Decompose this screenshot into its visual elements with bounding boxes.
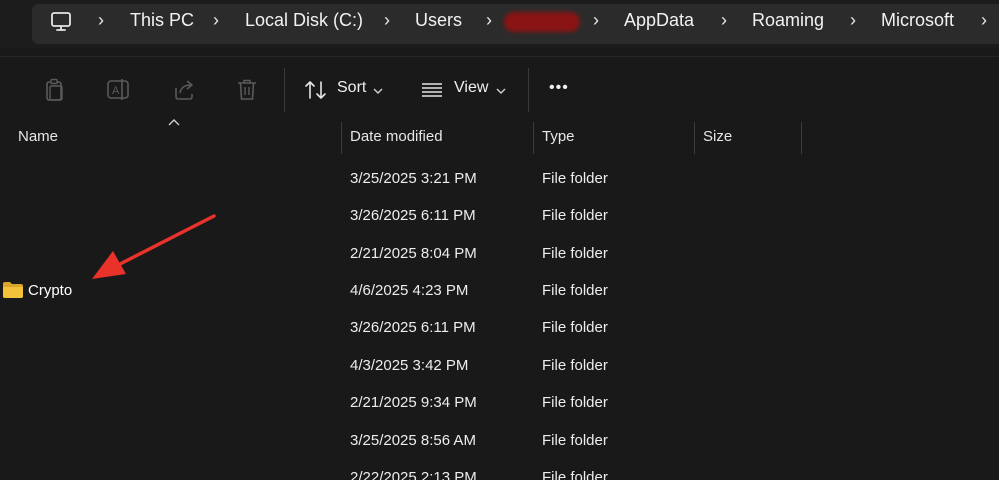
sort-icon[interactable] xyxy=(304,80,328,105)
table-row[interactable]: 3/25/2025 8:56 AM File folder xyxy=(0,423,999,460)
table-row[interactable]: 3/26/2025 6:11 PM File folder xyxy=(0,310,999,347)
row-type: File folder xyxy=(542,469,608,480)
rename-icon[interactable]: A xyxy=(106,78,132,107)
column-divider[interactable] xyxy=(694,122,695,154)
chevron-right-icon[interactable]: › xyxy=(590,10,602,31)
column-divider[interactable] xyxy=(533,122,534,154)
table-row[interactable]: 4/3/2025 3:42 PM File folder xyxy=(0,348,999,385)
chevron-right-icon[interactable]: › xyxy=(210,10,222,31)
row-date: 2/22/2025 2:13 PM xyxy=(350,469,477,480)
row-date: 3/26/2025 6:11 PM xyxy=(350,207,476,224)
chevron-right-icon[interactable]: › xyxy=(718,10,730,31)
chevron-down-icon[interactable] xyxy=(373,82,383,100)
chevron-right-icon[interactable]: › xyxy=(95,10,107,31)
breadcrumb-microsoft[interactable]: Microsoft xyxy=(881,10,954,31)
row-date: 4/6/2025 4:23 PM xyxy=(350,282,469,299)
copy-icon[interactable] xyxy=(44,78,66,107)
svg-text:A: A xyxy=(112,85,120,97)
breadcrumb-users[interactable]: Users xyxy=(415,10,462,31)
table-row[interactable]: 2/21/2025 9:34 PM File folder xyxy=(0,385,999,422)
row-type: File folder xyxy=(542,319,608,336)
toolbar-separator xyxy=(284,68,285,112)
column-header-name[interactable]: Name xyxy=(18,128,58,145)
sort-ascending-icon xyxy=(168,114,180,132)
file-explorer-window: › This PC › Local Disk (C:) › Users › › … xyxy=(0,0,999,480)
row-type: File folder xyxy=(542,357,608,374)
row-date: 4/3/2025 3:42 PM xyxy=(350,357,469,374)
table-row[interactable]: 2/22/2025 2:13 PM File folder xyxy=(0,460,999,480)
folder-icon xyxy=(2,281,24,304)
table-row[interactable]: 3/25/2025 3:21 PM File folder xyxy=(0,161,999,198)
computer-icon[interactable] xyxy=(50,12,72,37)
sort-button[interactable]: Sort xyxy=(337,79,366,97)
delete-icon[interactable] xyxy=(236,78,258,107)
row-date: 3/26/2025 6:11 PM xyxy=(350,319,476,336)
column-divider[interactable] xyxy=(801,122,802,154)
column-divider[interactable] xyxy=(341,122,342,154)
row-type: File folder xyxy=(542,170,608,187)
view-button[interactable]: View xyxy=(454,79,488,97)
toolbar-separator xyxy=(528,68,529,112)
row-type: File folder xyxy=(542,282,608,299)
row-type: File folder xyxy=(542,432,608,449)
divider xyxy=(0,56,999,57)
row-type: File folder xyxy=(542,245,608,262)
table-row[interactable]: Crypto 4/6/2025 4:23 PM File folder xyxy=(0,273,999,310)
column-header-date[interactable]: Date modified xyxy=(350,128,443,145)
breadcrumb-local-disk[interactable]: Local Disk (C:) xyxy=(245,10,363,31)
row-type: File folder xyxy=(542,207,608,224)
chevron-down-icon[interactable] xyxy=(496,82,506,100)
breadcrumb-roaming[interactable]: Roaming xyxy=(752,10,824,31)
row-type: File folder xyxy=(542,394,608,411)
chevron-right-icon[interactable]: › xyxy=(847,10,859,31)
chevron-right-icon[interactable]: › xyxy=(978,10,990,31)
chevron-right-icon[interactable]: › xyxy=(381,10,393,31)
row-date: 2/21/2025 8:04 PM xyxy=(350,245,477,262)
breadcrumb-this-pc[interactable]: This PC xyxy=(130,10,194,31)
address-bar: › This PC › Local Disk (C:) › Users › › … xyxy=(0,0,999,48)
column-header-type[interactable]: Type xyxy=(542,128,575,145)
table-row[interactable]: 3/26/2025 6:11 PM File folder xyxy=(0,198,999,235)
view-icon[interactable] xyxy=(421,81,443,104)
row-name: Crypto xyxy=(28,282,73,299)
redacted-username xyxy=(504,12,580,32)
chevron-right-icon[interactable]: › xyxy=(483,10,495,31)
more-options-button[interactable]: ••• xyxy=(549,79,569,97)
row-date: 3/25/2025 8:56 AM xyxy=(350,432,476,449)
share-icon[interactable] xyxy=(172,78,196,107)
row-date: 3/25/2025 3:21 PM xyxy=(350,170,477,187)
breadcrumb-appdata[interactable]: AppData xyxy=(624,10,694,31)
row-date: 2/21/2025 9:34 PM xyxy=(350,394,477,411)
column-header-size[interactable]: Size xyxy=(703,128,732,145)
table-row[interactable]: 2/21/2025 8:04 PM File folder xyxy=(0,236,999,273)
